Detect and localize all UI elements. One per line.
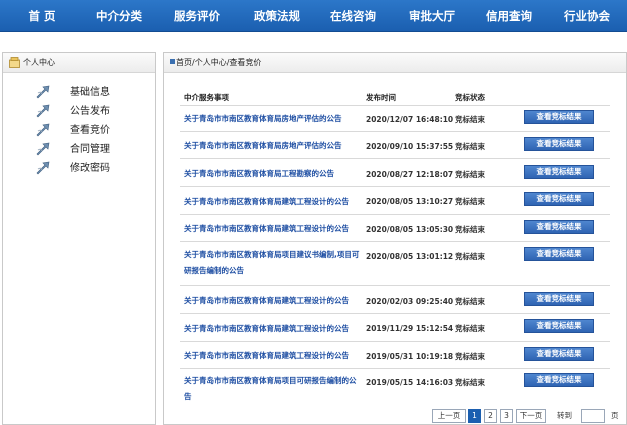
- row-title-link[interactable]: 关于青岛市市南区教育体育局建筑工程设计的公告: [184, 194, 362, 210]
- sidebar-item-label: 合同管理: [70, 144, 110, 155]
- view-result-button[interactable]: 查看竞标结果: [524, 292, 594, 306]
- row-status: 竞标结束: [455, 378, 485, 387]
- goto-label: 转到: [557, 411, 572, 420]
- breadcrumb-icon: [170, 59, 175, 64]
- table-row: 关于青岛市市南区教育体育局项目建议书编制,项目可研报告编制的公告 2020/08…: [180, 243, 610, 286]
- view-result-button[interactable]: 查看竞标结果: [524, 247, 594, 261]
- view-result-button[interactable]: 查看竞标结果: [524, 373, 594, 387]
- table-header-status: 竞标状态: [455, 93, 485, 102]
- view-result-button[interactable]: 查看竞标结果: [524, 192, 594, 206]
- sidebar-title: 个人中心: [23, 58, 55, 67]
- arrow-icon: [36, 142, 50, 156]
- sidebar: 个人中心 基础信息 公告发布 查看竞价 合同管理 修改密码: [2, 52, 156, 425]
- table-row: 关于青岛市市南区教育体育局建筑工程设计的公告 2020/08/05 13:10:…: [180, 188, 610, 215]
- sidebar-item-basic-info[interactable]: 基础信息: [3, 85, 155, 101]
- row-time: 2020/08/05 13:05:30: [366, 225, 454, 234]
- row-title-link[interactable]: 关于青岛市市南区教育体育局建筑工程设计的公告: [184, 321, 362, 337]
- main-panel: 首页/个人中心/查看竞价 中介服务事项 发布时间 竞标状态 关于青岛市市南区教育…: [163, 52, 627, 425]
- row-status: 竞标结束: [455, 352, 485, 361]
- row-title-link[interactable]: 关于青岛市市南区教育体育局项目建议书编制,项目可研报告编制的公告: [184, 247, 362, 279]
- sidebar-item-label: 基础信息: [70, 87, 110, 98]
- table-row: 关于青岛市市南区教育体育局建筑工程设计的公告 2019/05/31 10:19:…: [180, 343, 610, 369]
- sidebar-item-publish-notice[interactable]: 公告发布: [3, 104, 155, 120]
- row-title-link[interactable]: 关于青岛市市南区教育体育局项目可研报告编制的公告: [184, 373, 362, 405]
- nav-item-agency-category[interactable]: 中介分类: [91, 0, 147, 32]
- view-result-button[interactable]: 查看竞标结果: [524, 319, 594, 333]
- sidebar-item-label: 公告发布: [70, 106, 110, 117]
- view-result-button[interactable]: 查看竞标结果: [524, 220, 594, 234]
- row-status: 竞标结束: [455, 197, 485, 206]
- row-status: 竞标结束: [455, 252, 485, 261]
- row-time: 2020/09/10 15:37:55: [366, 142, 454, 151]
- prev-page-button[interactable]: 上一页: [432, 409, 466, 423]
- table-row: 关于青岛市市南区教育体育局项目可研报告编制的公告 2019/05/15 14:1…: [180, 370, 610, 406]
- arrow-icon: [36, 123, 50, 137]
- table-row: 关于青岛市市南区教育体育局房地产评估的公告 2020/09/10 15:37:5…: [180, 133, 610, 159]
- arrow-icon: [36, 85, 50, 99]
- sidebar-header: 个人中心: [3, 53, 155, 73]
- nav-item-approval-hall[interactable]: 审批大厅: [404, 0, 460, 32]
- view-result-button[interactable]: 查看竞标结果: [524, 347, 594, 361]
- sidebar-item-view-bids[interactable]: 查看竞价: [3, 123, 155, 139]
- table-header-item: 中介服务事项: [184, 93, 229, 102]
- row-time: 2020/08/05 13:01:12: [366, 252, 454, 261]
- row-status: 竞标结束: [455, 324, 485, 333]
- row-title-link[interactable]: 关于青岛市市南区教育体育局工程勘察的公告: [184, 166, 362, 182]
- next-page-button[interactable]: 下一页: [516, 409, 546, 423]
- breadcrumb-text: 首页/个人中心/查看竞价: [176, 58, 262, 67]
- nav-item-policy[interactable]: 政策法规: [249, 0, 305, 32]
- table-header-time: 发布时间: [366, 93, 396, 102]
- arrow-icon: [36, 104, 50, 118]
- row-title-link[interactable]: 关于青岛市市南区教育体育局建筑工程设计的公告: [184, 293, 362, 309]
- row-status: 竞标结束: [455, 115, 485, 124]
- arrow-icon: [36, 161, 50, 175]
- view-result-button[interactable]: 查看竞标结果: [524, 165, 594, 179]
- breadcrumb: 首页/个人中心/查看竞价: [164, 53, 626, 73]
- row-title-link[interactable]: 关于青岛市市南区教育体育局建筑工程设计的公告: [184, 221, 362, 237]
- table-row: 关于青岛市市南区教育体育局建筑工程设计的公告 2019/11/29 15:12:…: [180, 315, 610, 342]
- row-time: 2019/05/31 10:19:18: [366, 352, 454, 361]
- user-center-icon: [9, 57, 20, 68]
- goto-page-input[interactable]: [581, 409, 605, 423]
- sidebar-item-change-password[interactable]: 修改密码: [3, 161, 155, 177]
- page-3-button[interactable]: 3: [500, 409, 513, 423]
- page-1-button[interactable]: 1: [468, 409, 481, 423]
- row-time: 2020/08/27 12:18:07: [366, 170, 454, 179]
- sidebar-item-label: 修改密码: [70, 163, 110, 174]
- view-result-button[interactable]: 查看竞标结果: [524, 110, 594, 124]
- table-row: 关于青岛市市南区教育体育局建筑工程设计的公告 2020/02/03 09:25:…: [180, 287, 610, 314]
- sidebar-item-contracts[interactable]: 合同管理: [3, 142, 155, 158]
- row-title-link[interactable]: 关于青岛市市南区教育体育局建筑工程设计的公告: [184, 348, 362, 364]
- row-title-link[interactable]: 关于青岛市市南区教育体育局房地产评估的公告: [184, 111, 362, 127]
- row-status: 竞标结束: [455, 297, 485, 306]
- view-result-button[interactable]: 查看竞标结果: [524, 137, 594, 151]
- row-time: 2019/05/15 14:16:03: [366, 378, 454, 387]
- table-row: 关于青岛市市南区教育体育局房地产评估的公告 2020/12/07 16:48:1…: [180, 106, 610, 132]
- nav-item-credit-query[interactable]: 信用查询: [481, 0, 537, 32]
- row-time: 2020/02/03 09:25:40: [366, 297, 454, 306]
- table-row: 关于青岛市市南区教育体育局建筑工程设计的公告 2020/08/05 13:05:…: [180, 216, 610, 242]
- row-title-link[interactable]: 关于青岛市市南区教育体育局房地产评估的公告: [184, 138, 362, 154]
- row-time: 2020/08/05 13:10:27: [366, 197, 454, 206]
- sidebar-item-label: 查看竞价: [70, 125, 110, 136]
- page-2-button[interactable]: 2: [484, 409, 497, 423]
- row-status: 竞标结束: [455, 142, 485, 151]
- nav-item-online-consult[interactable]: 在线咨询: [325, 0, 381, 32]
- row-status: 竞标结束: [455, 225, 485, 234]
- page-unit-label: 页: [611, 411, 619, 420]
- row-status: 竞标结束: [455, 170, 485, 179]
- row-time: 2019/11/29 15:12:54: [366, 324, 454, 333]
- nav-item-industry-assoc[interactable]: 行业协会: [559, 0, 615, 32]
- nav-item-service-review[interactable]: 服务评价: [169, 0, 225, 32]
- top-nav: 首 页 中介分类 服务评价 政策法规 在线咨询 审批大厅 信用查询 行业协会: [0, 0, 627, 32]
- table-row: 关于青岛市市南区教育体育局工程勘察的公告 2020/08/27 12:18:07…: [180, 160, 610, 187]
- row-time: 2020/12/07 16:48:10: [366, 115, 454, 124]
- nav-item-home[interactable]: 首 页: [15, 0, 69, 32]
